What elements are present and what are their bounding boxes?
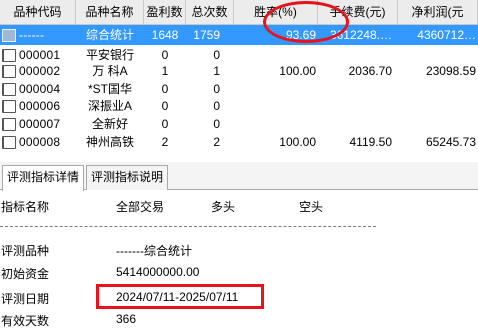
detail-value: 366 <box>116 312 137 326</box>
detail-value: 5414000000.00 <box>116 265 200 279</box>
detail-label: 初始资金 <box>1 267 50 281</box>
detail-value: -------综合统计 <box>116 244 192 258</box>
row-name: 万 科A <box>92 64 128 78</box>
document-icon <box>2 117 16 131</box>
grid-row[interactable]: 000002 万 科A 1 1 100.00 2036.70 23098.59 <box>0 61 478 81</box>
row-name: 综合统计 <box>85 28 134 42</box>
row-winrate <box>234 96 318 116</box>
detail-tabbar: 评测指标详情 评测指标说明 <box>0 162 478 191</box>
document-icon <box>2 135 16 149</box>
row-profit: 23098.59 <box>425 64 476 78</box>
row-total: 2 <box>213 135 220 149</box>
row-total: 0 <box>213 99 220 113</box>
detail-label: 有效天数 <box>1 314 50 328</box>
tab-metrics-explanation[interactable]: 评测指标说明 <box>86 165 169 190</box>
row-fee: 2036.70 <box>348 64 392 78</box>
row-total: 0 <box>213 117 220 131</box>
summary-folder-icon <box>2 28 16 42</box>
row-fee: 4119.50 <box>349 135 393 149</box>
detail-header-all: 全部交易 <box>116 200 165 214</box>
row-name: 深振业A <box>87 99 132 113</box>
stock-results-grid[interactable]: 品种代码 品种名称 盈利数 总次数 胜率(%) 手续费(元) 净利润(元 ---… <box>0 0 478 158</box>
row-name: 全新好 <box>91 117 128 131</box>
row-total: 1 <box>213 64 220 78</box>
grid-row[interactable]: 000006 深振业A 0 0 <box>0 96 478 116</box>
detail-header-metric: 指标名称 <box>1 200 50 214</box>
col-header-code[interactable]: 品种代码 <box>0 0 76 25</box>
col-header-name[interactable]: 品种名称 <box>76 0 144 25</box>
winrate-highlight-circle <box>263 1 349 43</box>
grid-row[interactable]: 000007 全新好 0 0 <box>0 114 478 134</box>
row-profit: 4360712… <box>417 28 476 42</box>
row-wins: 0 <box>161 117 169 131</box>
detail-row-days: 有效天数 366 <box>0 312 478 330</box>
document-icon <box>2 82 16 96</box>
col-header-profit[interactable]: 净利润(元 <box>398 0 478 25</box>
detail-header-long: 多头 <box>211 200 236 214</box>
row-profit <box>398 114 478 134</box>
row-winrate: 100.00 <box>279 64 316 78</box>
grid-row[interactable]: 000008 神州高铁 2 2 100.00 4119.50 65245.73 <box>0 132 478 152</box>
row-total: 1759 <box>193 28 220 42</box>
tab-metrics-detail[interactable]: 评测指标详情 <box>2 165 85 191</box>
metrics-detail-panel: 指标名称 全部交易 多头 空头 评测品种 -------综合统计 初始资金 54… <box>0 190 478 330</box>
detail-label: 评测品种 <box>1 244 50 258</box>
row-winrate: 100.00 <box>279 135 316 149</box>
row-wins: 2 <box>161 135 169 149</box>
document-icon <box>2 99 16 113</box>
detail-row-capital: 初始资金 5414000000.00 <box>0 265 478 283</box>
grid-row-summary[interactable]: ------ 综合统计 1648 1759 93.69 3612248.… 43… <box>0 25 478 45</box>
row-profit <box>398 96 478 116</box>
detail-label: 评测日期 <box>1 292 50 306</box>
row-code: 000006 <box>19 99 61 113</box>
grid-header: 品种代码 品种名称 盈利数 总次数 胜率(%) 手续费(元) 净利润(元 <box>0 0 478 25</box>
row-code: 000002 <box>19 64 61 78</box>
row-wins: 0 <box>161 99 169 113</box>
row-code: ------ <box>19 28 45 42</box>
col-header-total[interactable]: 总次数 <box>186 0 234 25</box>
row-fee <box>318 114 398 134</box>
row-code: 000008 <box>19 135 61 149</box>
row-code: 000007 <box>19 117 61 131</box>
row-wins: 1 <box>161 64 169 78</box>
document-icon <box>2 64 16 78</box>
col-header-wins[interactable]: 盈利数 <box>144 0 186 25</box>
date-highlight-box <box>96 284 264 309</box>
detail-header-short: 空头 <box>299 200 324 214</box>
detail-divider <box>0 226 376 227</box>
detail-row-symbol: 评测品种 -------综合统计 <box>0 242 478 260</box>
row-fee <box>318 96 398 116</box>
row-winrate <box>234 114 318 134</box>
row-wins: 1648 <box>151 28 179 42</box>
row-profit: 65245.73 <box>425 135 476 149</box>
row-name: 神州高铁 <box>85 135 134 149</box>
document-icon <box>2 48 16 62</box>
